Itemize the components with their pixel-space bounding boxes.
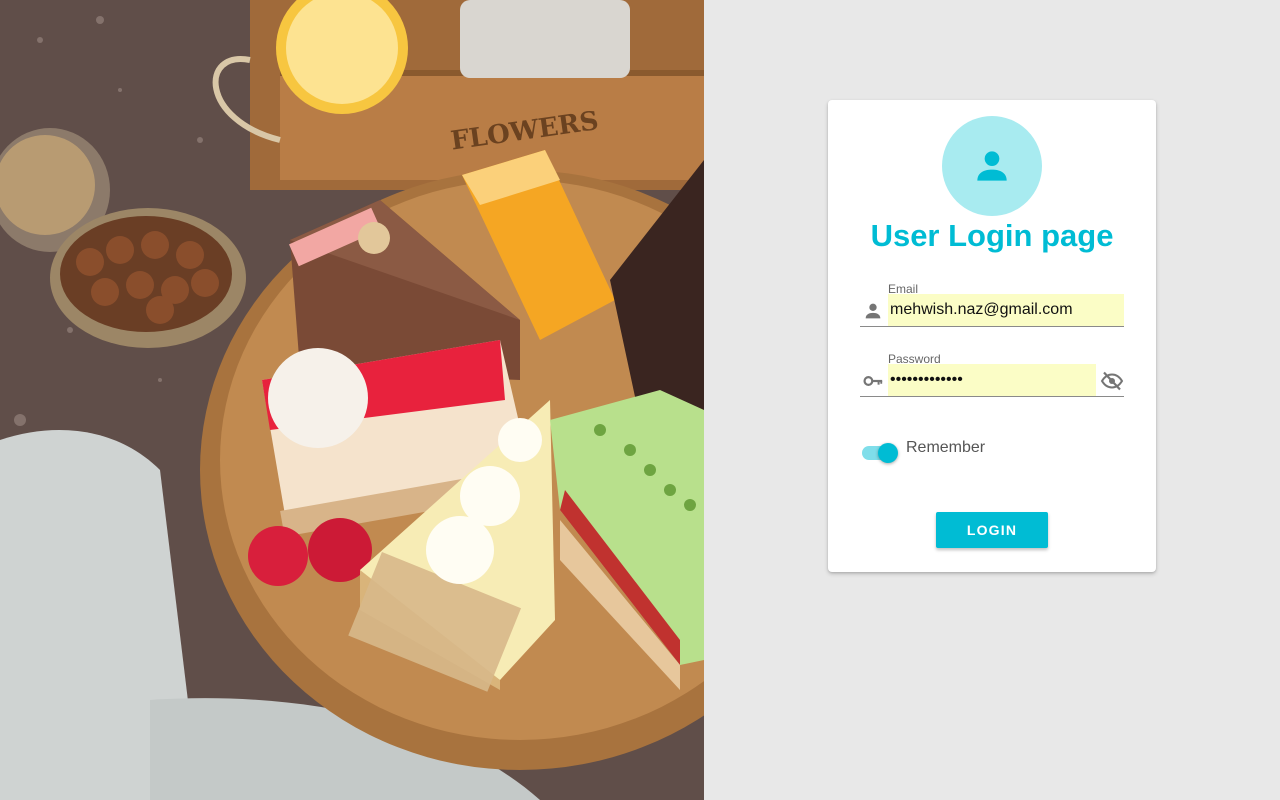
email-field-group: Email [860, 280, 1124, 340]
login-card: User Login page Email Password [828, 100, 1156, 572]
remember-label: Remember [906, 439, 986, 456]
toggle-thumb [878, 443, 898, 463]
person-icon [865, 303, 881, 319]
password-underline [860, 396, 1124, 397]
password-field-group: Password [860, 350, 1124, 410]
email-underline [860, 326, 1124, 327]
page-title: User Login page [870, 218, 1114, 253]
visibility-off-icon[interactable] [1100, 369, 1124, 393]
remember-row: Remember [860, 436, 1060, 468]
password-input[interactable] [888, 364, 1096, 396]
email-input[interactable] [888, 294, 1124, 326]
login-pane: User Login page Email Password [704, 0, 1280, 800]
cake-photo-illustration: FLOWERS [0, 0, 704, 800]
login-page: FLOWERS User Login page Email mehwish.na… [0, 0, 1280, 800]
hero-image: FLOWERS [0, 0, 704, 800]
user-icon [977, 151, 1007, 181]
login-button[interactable]: LOGIN [936, 512, 1048, 548]
key-icon [863, 376, 883, 386]
remember-toggle[interactable] [862, 443, 898, 463]
avatar [942, 116, 1042, 216]
